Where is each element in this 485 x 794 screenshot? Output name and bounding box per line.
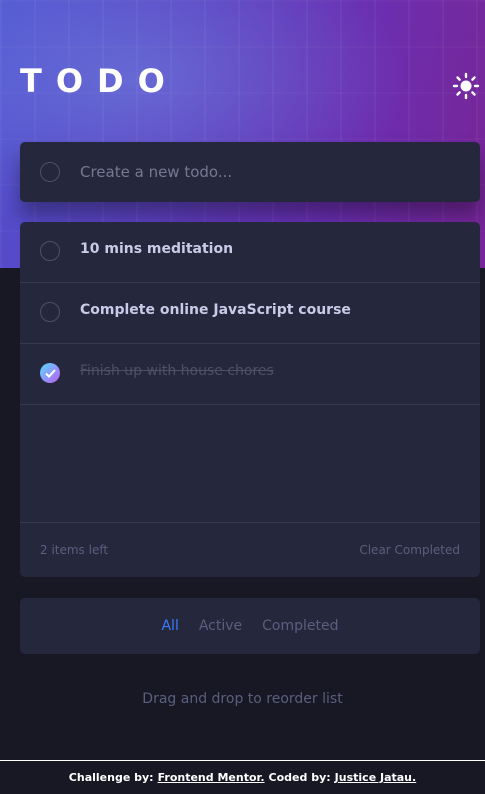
drag-drop-hint: Drag and drop to reorder list — [142, 691, 343, 707]
author-link[interactable]: Justice Jatau. — [335, 771, 417, 784]
filter-bar: All Active Completed — [20, 598, 480, 654]
todo-text: 10 mins meditation — [80, 241, 234, 257]
filter-active[interactable]: Active — [199, 618, 242, 634]
frontend-mentor-link[interactable]: Frontend Mentor. — [158, 771, 265, 784]
list-footer: 2 items left Clear Completed — [20, 522, 480, 577]
new-todo-input[interactable] — [80, 158, 460, 186]
checkbox-circle-icon[interactable] — [40, 302, 60, 322]
app-title: TODO — [20, 62, 179, 100]
filter-completed[interactable]: Completed — [262, 618, 338, 634]
todo-text: Finish up with house chores — [80, 363, 274, 379]
attribution-footer: Challenge by: Frontend Mentor. Coded by:… — [0, 760, 485, 794]
checked-checkbox-icon[interactable] — [40, 363, 60, 383]
checkbox-circle-icon[interactable] — [40, 241, 60, 261]
checkmark-icon — [44, 368, 56, 378]
sun-icon — [452, 72, 480, 100]
todo-item[interactable]: Finish up with house chores — [20, 344, 480, 405]
theme-toggle-button[interactable] — [452, 72, 480, 100]
new-todo-circle-icon — [40, 162, 60, 182]
filter-all[interactable]: All — [161, 618, 178, 634]
todo-text: Complete online JavaScript course — [80, 302, 351, 318]
challenge-label: Challenge by: — [68, 771, 154, 784]
todo-item[interactable]: Complete online JavaScript course — [20, 283, 480, 344]
todo-list: 10 mins meditation Complete online JavaS… — [20, 222, 480, 577]
new-todo-card — [20, 142, 480, 202]
coded-by-label: Coded by: — [268, 771, 331, 784]
items-left-count: 2 items left — [40, 543, 109, 557]
clear-completed-button[interactable]: Clear Completed — [359, 543, 460, 557]
todo-item[interactable]: 10 mins meditation — [20, 222, 480, 283]
